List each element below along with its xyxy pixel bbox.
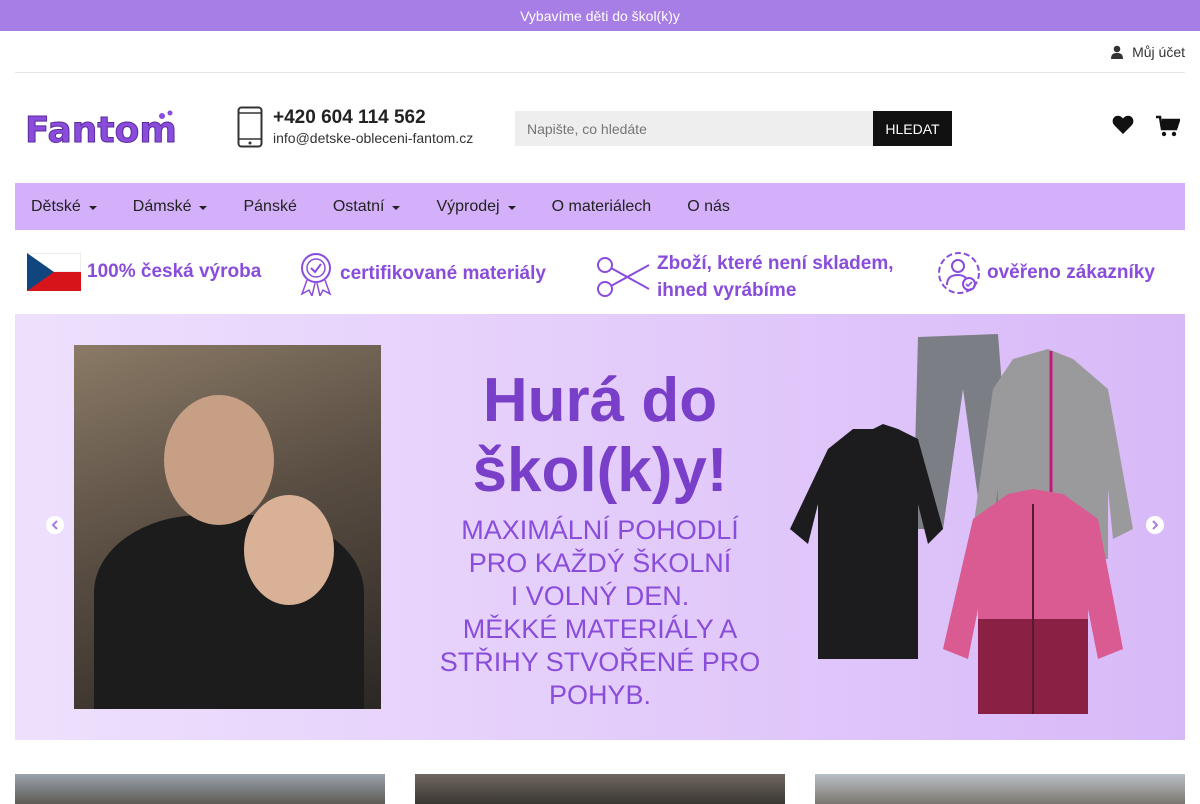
usp-certified: certifikované materiály	[298, 252, 546, 296]
banner-sub-line: I VOLNÝ DEN.	[510, 581, 690, 611]
logo[interactable]: Fantom	[25, 107, 178, 152]
nav-item-panske[interactable]: Pánské	[243, 198, 296, 216]
main-nav: Dětské Dámské Pánské Ostatní Výprodej O …	[15, 183, 1185, 230]
promo-text[interactable]: Vybavíme děti do škol(k)y	[520, 8, 680, 24]
cart-icon[interactable]	[1156, 115, 1180, 137]
nav-label: Dámské	[132, 197, 192, 215]
nav-label: Ostatní	[332, 197, 385, 215]
banner-sub-line: PRO KAŽDÝ ŠKOLNÍ	[468, 548, 732, 578]
banner-sub-line: STŘIHY STVOŘENÉ PRO	[439, 647, 761, 677]
nav-label: Dětské	[31, 197, 81, 215]
usp-verified: ověřeno zákazníky	[937, 251, 1155, 295]
usp-production-line1: Zboží, které není skladem,	[657, 253, 894, 274]
banner-sub-line: MĚKKÉ MATERIÁLY A	[462, 614, 738, 644]
search-button[interactable]: HLEDAT	[873, 111, 952, 146]
phone-icon	[237, 106, 263, 148]
nav-item-o-nas[interactable]: O nás	[687, 198, 730, 216]
banner-sub-line: MAXIMÁLNÍ POHODLÍ	[461, 515, 739, 545]
logo-text: Fantom	[25, 110, 175, 151]
search-form: HLEDAT	[515, 111, 952, 146]
top-bar: Můj účet	[15, 31, 1185, 73]
nav-item-vyprodej[interactable]: Výprodej	[436, 197, 516, 216]
carousel-prev-button[interactable]	[46, 516, 64, 534]
usp-czech: 100% česká výroba	[27, 253, 261, 291]
header-icons	[1112, 115, 1180, 137]
usp-production-line2: ihned vyrábíme	[657, 280, 797, 301]
usp-certified-text: certifikované materiály	[340, 263, 546, 284]
banner-subtitle: MAXIMÁLNÍ POHODLÍ PRO KAŽDÝ ŠKOLNÍ I VOL…	[415, 514, 785, 712]
nav-item-o-materialech[interactable]: O materiálech	[552, 198, 652, 216]
search-input[interactable]	[515, 111, 873, 146]
caret-down-icon	[88, 205, 97, 210]
caret-down-icon	[392, 205, 401, 210]
certificate-icon	[300, 253, 332, 296]
kids-photo	[74, 345, 381, 709]
usp-verified-text: ověřeno zákazníky	[987, 262, 1155, 283]
hero-banner[interactable]: Hurá do škol(k)y! MAXIMÁLNÍ POHODLÍ PRO …	[15, 314, 1185, 740]
caret-down-icon	[507, 205, 516, 210]
nav-label: O materiálech	[551, 197, 652, 215]
verified-user-icon	[938, 252, 980, 294]
account-label: Můj účet	[1132, 43, 1185, 60]
header: Fantom +420 604 114 562 info@detske-oble…	[15, 73, 1185, 183]
email-link[interactable]: info@detske-obleceni-fantom.cz	[273, 129, 473, 147]
caret-down-icon	[199, 205, 208, 210]
clothing-image	[790, 334, 1133, 714]
phone-number[interactable]: +420 604 114 562	[273, 107, 473, 129]
scissors-icon	[597, 257, 650, 297]
banner-title: Hurá do škol(k)y!	[415, 366, 785, 506]
heart-icon[interactable]	[1112, 115, 1134, 135]
account-link[interactable]: Můj účet	[1110, 44, 1185, 60]
usp-production: Zboží, které není skladem, ihned vyrábím…	[595, 250, 894, 304]
banner-title-line2: škol(k)y!	[472, 436, 728, 505]
czech-flag-icon	[27, 253, 81, 291]
nav-item-ostatni[interactable]: Ostatní	[333, 198, 401, 216]
banner-sub-line: POHYB.	[548, 680, 652, 710]
user-icon	[1111, 45, 1124, 59]
contact-block: +420 604 114 562 info@detske-obleceni-fa…	[237, 106, 473, 148]
nav-item-detske[interactable]: Dětské	[31, 198, 97, 216]
nav-label: Pánské	[243, 197, 297, 215]
chevron-right-icon	[1152, 520, 1159, 530]
chevron-left-icon	[51, 520, 58, 530]
carousel-next-button[interactable]	[1146, 516, 1164, 534]
nav-label: O nás	[687, 197, 730, 215]
usp-strip: 100% česká výroba certifikované materiál…	[15, 230, 1185, 314]
banner-title-line1: Hurá do	[482, 366, 718, 435]
promo-bar[interactable]: Vybavíme děti do škol(k)y	[0, 0, 1200, 31]
usp-czech-text: 100% česká výroba	[87, 261, 262, 282]
nav-label: Výprodej	[436, 197, 500, 215]
nav-item-damske[interactable]: Dámské	[133, 198, 208, 216]
